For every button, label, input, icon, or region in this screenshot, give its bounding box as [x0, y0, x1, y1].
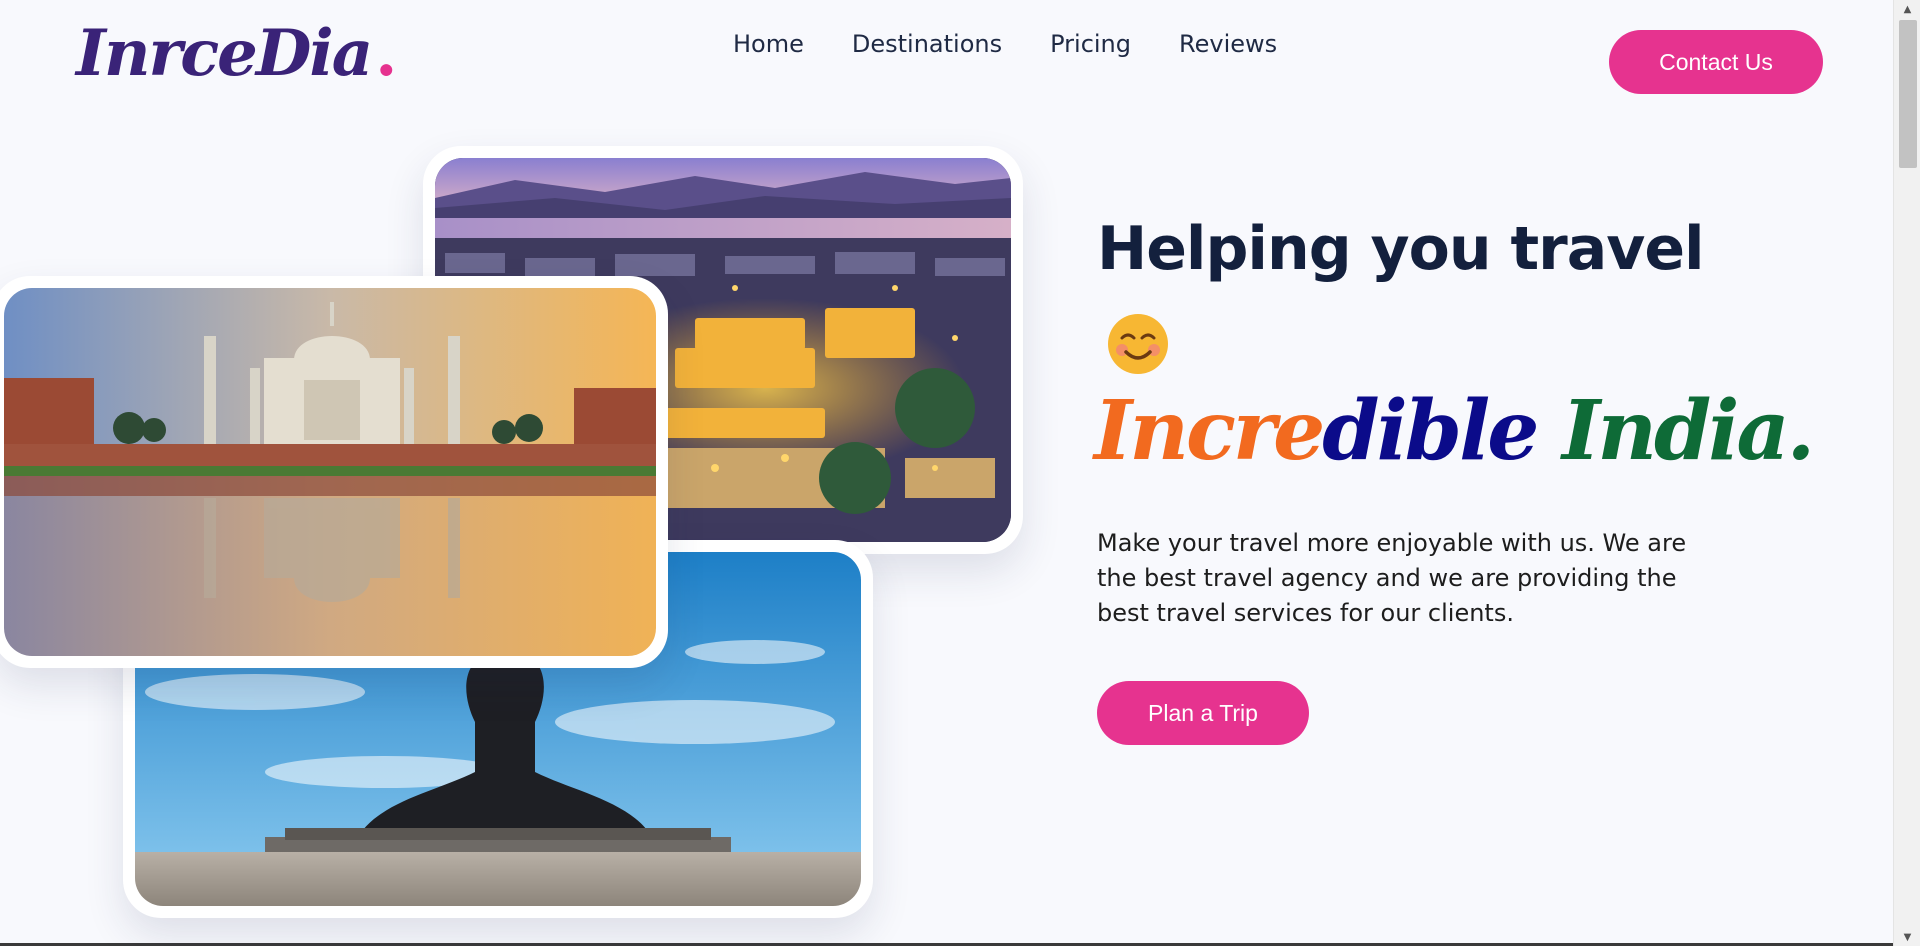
page-scrollbar[interactable]: ▲ ▼ — [1893, 0, 1920, 946]
scroll-up-arrow-icon[interactable]: ▲ — [1894, 0, 1920, 18]
brand-part-saffron: Incre — [1094, 383, 1325, 479]
taj-photo-card — [0, 276, 668, 668]
hero-description: Make your travel more enjoyable with us.… — [1097, 529, 1687, 627]
brand-heading: Incredible India. — [1094, 390, 1815, 472]
brand-part-navy: dible — [1322, 383, 1539, 479]
taj-mahal-photo — [4, 288, 656, 656]
smiling-face-icon — [1108, 314, 1168, 374]
nav-reviews[interactable]: Reviews — [1179, 30, 1277, 58]
scroll-down-arrow-icon[interactable]: ▼ — [1894, 928, 1920, 946]
nav-pricing[interactable]: Pricing — [1050, 30, 1131, 58]
brand-part-green: India. — [1562, 383, 1815, 479]
main-nav: Home Destinations Pricing Reviews — [733, 30, 1277, 58]
hero-title: Helping you travel — [1097, 214, 1705, 284]
scrollbar-thumb[interactable] — [1899, 20, 1917, 168]
contact-us-button[interactable]: Contact Us — [1609, 30, 1823, 94]
site-logo[interactable]: InrceDia. — [76, 22, 397, 86]
logo-dot: . — [375, 16, 397, 91]
logo-text: InrceDia — [76, 16, 373, 91]
nav-destinations[interactable]: Destinations — [852, 30, 1002, 58]
plan-trip-button[interactable]: Plan a Trip — [1097, 681, 1309, 745]
nav-home[interactable]: Home — [733, 30, 804, 58]
